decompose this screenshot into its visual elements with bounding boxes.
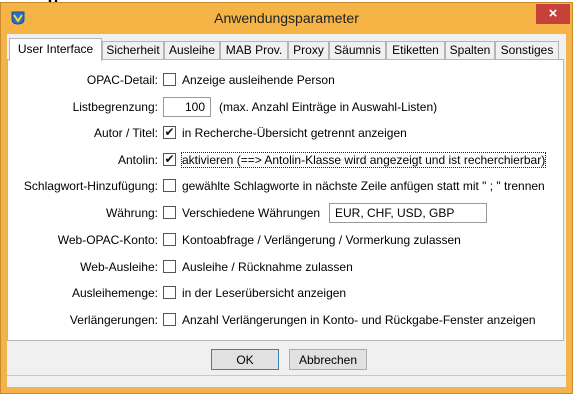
waehrung-checkbox[interactable] — [163, 206, 176, 219]
row-listbegrenzung: Listbegrenzung: (max. Anzahl Einträge in… — [8, 97, 565, 118]
dialog-window: Anwendungsparameter × User Interface Sic… — [0, 2, 573, 394]
opac-detail-label: OPAC-Detail: — [86, 73, 158, 87]
ausleihemenge-text[interactable]: in der Leserübersicht anzeigen — [182, 286, 346, 300]
listbegrenzung-hint: (max. Anzahl Einträge in Auswahl-Listen) — [219, 100, 438, 114]
ok-button[interactable]: OK — [211, 349, 279, 370]
tab-mab-prov[interactable]: MAB Prov. — [220, 41, 288, 60]
verlaengerungen-text[interactable]: Anzahl Verlängerungen in Konto- und Rück… — [182, 313, 536, 327]
schlagwort-label: Schlagwort-Hinzufügung: — [23, 179, 158, 193]
tab-bar: User Interface Sicherheit Ausleihe MAB P… — [7, 38, 566, 61]
tab-spalten[interactable]: Spalten — [445, 41, 495, 60]
web-ausleihe-label: Web-Ausleihe: — [80, 260, 158, 274]
web-ausleihe-checkbox[interactable] — [163, 260, 176, 273]
window-title: Anwendungsparameter — [214, 10, 359, 26]
autor-titel-text[interactable]: in Recherche-Übersicht getrennt anzeigen — [182, 126, 407, 140]
waehrung-text[interactable]: Verschiedene Währungen — [182, 206, 320, 220]
ausleihemenge-checkbox[interactable] — [163, 286, 176, 299]
tab-etiketten[interactable]: Etiketten — [386, 41, 445, 60]
row-ausleihemenge: Ausleihemenge: in der Leserübersicht anz… — [8, 284, 565, 304]
title-bar[interactable]: Anwendungsparameter × — [1, 3, 572, 34]
tab-ausleihe[interactable]: Ausleihe — [164, 41, 220, 60]
row-opac-detail: OPAC-Detail: Anzeige ausleihende Person — [8, 71, 565, 91]
tab-proxy[interactable]: Proxy — [288, 41, 329, 60]
antolin-checkbox[interactable]: ✔ — [163, 153, 176, 166]
row-web-opac-konto: Web-OPAC-Konto: Kontoabfrage / Verlänger… — [8, 231, 565, 251]
schlagwort-text[interactable]: gewählte Schlagworte in nächste Zeile an… — [182, 179, 545, 193]
cancel-button[interactable]: Abbrechen — [289, 349, 367, 370]
row-waehrung: Währung: Verschiedene Währungen — [8, 203, 565, 224]
listbegrenzung-input[interactable] — [163, 97, 211, 117]
user-interface-panel: OPAC-Detail: Anzeige ausleihende Person … — [7, 59, 564, 341]
schlagwort-checkbox[interactable] — [163, 179, 176, 192]
web-opac-konto-text[interactable]: Kontoabfrage / Verlängerung / Vormerkung… — [182, 233, 461, 247]
tab-saeumnis[interactable]: Säumnis — [329, 41, 386, 60]
waehrung-label: Währung: — [105, 206, 158, 220]
antolin-text[interactable]: aktivieren (==> Antolin-Klasse wird ange… — [180, 152, 547, 168]
status-bar — [7, 375, 566, 387]
autor-titel-label: Autor / Titel: — [93, 126, 158, 140]
tab-user-interface[interactable]: User Interface — [9, 38, 102, 61]
autor-titel-checkbox[interactable]: ✔ — [163, 126, 176, 139]
listbegrenzung-label: Listbegrenzung: — [72, 100, 158, 114]
row-antolin: Antolin: ✔ aktivieren (==> Antolin-Klass… — [8, 151, 565, 171]
row-verlaengerungen: Verlängerungen: Anzahl Verlängerungen in… — [8, 311, 565, 331]
row-schlagwort: Schlagwort-Hinzufügung: gewählte Schlagw… — [8, 177, 565, 197]
opac-detail-checkbox[interactable] — [163, 73, 176, 86]
row-autor-titel: Autor / Titel: ✔ in Recherche-Übersicht … — [8, 124, 565, 144]
waehrung-input[interactable] — [329, 203, 487, 223]
verlaengerungen-label: Verlängerungen: — [69, 313, 158, 327]
web-opac-konto-label: Web-OPAC-Konto: — [57, 233, 158, 247]
verlaengerungen-checkbox[interactable] — [163, 313, 176, 326]
tab-sicherheit[interactable]: Sicherheit — [102, 41, 164, 60]
antolin-label: Antolin: — [117, 153, 158, 167]
opac-detail-text[interactable]: Anzeige ausleihende Person — [182, 73, 335, 87]
ausleihemenge-label: Ausleihemenge: — [71, 286, 158, 300]
row-web-ausleihe: Web-Ausleihe: Ausleihe / Rücknahme zulas… — [8, 258, 565, 278]
close-icon[interactable]: × — [536, 4, 570, 24]
web-ausleihe-text[interactable]: Ausleihe / Rücknahme zulassen — [182, 260, 353, 274]
web-opac-konto-checkbox[interactable] — [163, 233, 176, 246]
dialog-client-area: User Interface Sicherheit Ausleihe MAB P… — [7, 34, 566, 387]
tab-sonstiges[interactable]: Sonstiges — [495, 41, 559, 60]
